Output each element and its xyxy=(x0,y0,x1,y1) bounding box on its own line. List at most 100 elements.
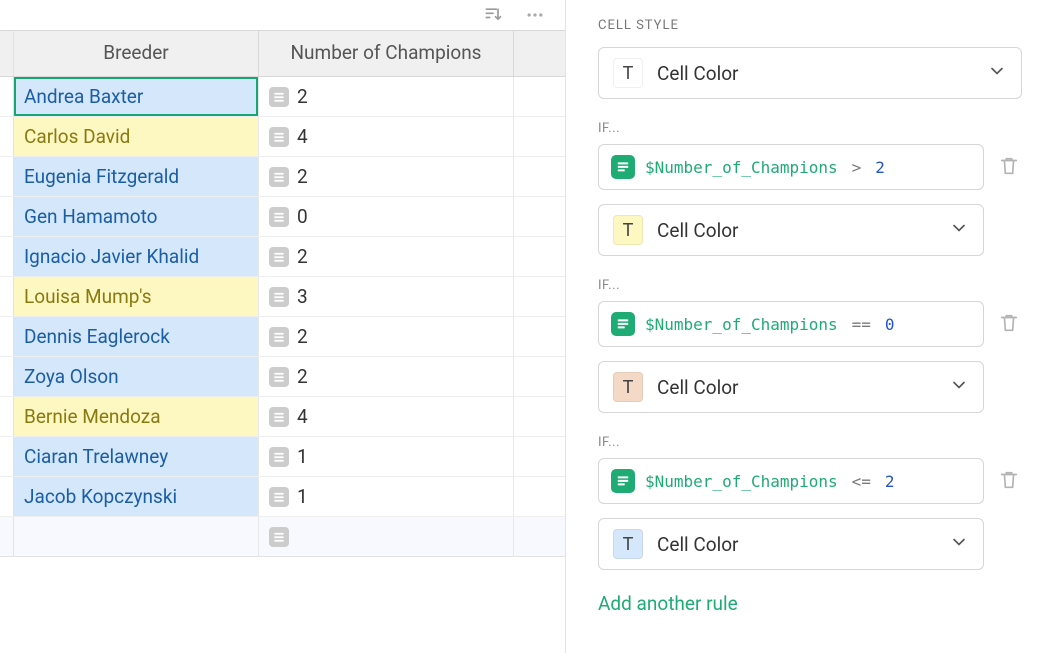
champions-value: 2 xyxy=(297,85,308,108)
champions-cell[interactable]: 0 xyxy=(259,197,514,236)
rule-style-select[interactable]: TCell Color xyxy=(598,204,984,256)
champions-cell-empty[interactable] xyxy=(259,517,514,556)
champions-cell[interactable]: 3 xyxy=(259,277,514,316)
table-row[interactable]: Louisa Mump's 3 xyxy=(0,277,565,317)
formula-input[interactable]: $Number_of_Champions==0 xyxy=(598,301,984,347)
breeder-cell[interactable]: Dennis Eaglerock xyxy=(14,317,259,356)
style-select-label: Cell Color xyxy=(657,62,973,85)
record-icon xyxy=(269,247,289,267)
table-row[interactable]: Andrea Baxter 2 xyxy=(0,77,565,117)
filter-sort-icon[interactable] xyxy=(483,5,503,25)
table-row[interactable]: Zoya Olson 2 xyxy=(0,357,565,397)
record-icon xyxy=(269,87,289,107)
table-row[interactable]: Ciaran Trelawney1 xyxy=(0,437,565,477)
style-select-label: Cell Color xyxy=(657,376,935,399)
champions-cell[interactable]: 4 xyxy=(259,117,514,156)
table-row[interactable]: Ignacio Javier Khalid2 xyxy=(0,237,565,277)
row-handle[interactable] xyxy=(0,77,14,116)
breeder-cell[interactable]: Bernie Mendoza xyxy=(14,397,259,436)
breeder-cell[interactable]: Zoya Olson xyxy=(14,357,259,396)
row-handle[interactable] xyxy=(0,517,14,556)
column-header-champions[interactable]: Number of Champions xyxy=(259,31,514,76)
breeder-cell[interactable]: Jacob Kopczynski xyxy=(14,477,259,516)
breeder-cell-empty[interactable] xyxy=(14,517,259,556)
table-pane: Breeder Number of Champions Andrea Baxte… xyxy=(0,0,565,653)
breeder-cell[interactable]: Gen Hamamoto xyxy=(14,197,259,236)
formula-input[interactable]: $Number_of_Champions<=2 xyxy=(598,458,984,504)
chevron-down-icon xyxy=(949,532,969,556)
add-rule-button[interactable]: Add another rule xyxy=(598,592,738,615)
table-header-row: Breeder Number of Champions xyxy=(0,30,565,77)
champions-cell[interactable]: 2 xyxy=(259,237,514,276)
table-row-new[interactable] xyxy=(0,517,565,557)
champions-value: 4 xyxy=(297,125,308,148)
formula-num: 0 xyxy=(885,315,895,334)
champions-cell[interactable]: 2 xyxy=(259,157,514,196)
row-handle[interactable] xyxy=(0,437,14,476)
formula-icon xyxy=(611,155,635,179)
formula-var: $Number_of_Champions xyxy=(645,472,838,491)
row-handle[interactable] xyxy=(0,277,14,316)
row-handle[interactable] xyxy=(0,117,14,156)
style-chip: T xyxy=(613,215,643,245)
table-toolbar xyxy=(0,0,565,30)
delete-rule-icon[interactable] xyxy=(998,469,1022,493)
breeder-cell[interactable]: Ignacio Javier Khalid xyxy=(14,237,259,276)
champions-value: 3 xyxy=(297,285,308,308)
chevron-down-icon xyxy=(949,375,969,399)
champions-value: 2 xyxy=(297,365,308,388)
champions-cell[interactable]: 1 xyxy=(259,437,514,476)
formula-var: $Number_of_Champions xyxy=(645,315,838,334)
record-icon xyxy=(269,167,289,187)
record-icon xyxy=(269,447,289,467)
style-chip: T xyxy=(613,58,643,88)
table-row[interactable]: Eugenia Fitzgerald2 xyxy=(0,157,565,197)
champions-cell[interactable]: 2 xyxy=(259,317,514,356)
delete-rule-icon[interactable] xyxy=(998,312,1022,336)
style-chip: T xyxy=(613,529,643,559)
table-row[interactable]: Dennis Eaglerock 2 xyxy=(0,317,565,357)
champions-value: 1 xyxy=(297,485,308,508)
row-handle[interactable] xyxy=(0,477,14,516)
champions-cell[interactable]: 2 xyxy=(259,77,514,116)
record-icon xyxy=(269,207,289,227)
more-icon[interactable] xyxy=(525,5,545,25)
table-row[interactable]: Gen Hamamoto0 xyxy=(0,197,565,237)
delete-rule-icon[interactable] xyxy=(998,155,1022,179)
record-icon xyxy=(269,367,289,387)
record-icon xyxy=(269,407,289,427)
column-header-breeder[interactable]: Breeder xyxy=(14,31,259,76)
formula-var: $Number_of_Champions xyxy=(645,158,838,177)
formula-icon xyxy=(611,469,635,493)
row-handle[interactable] xyxy=(0,397,14,436)
breeder-cell[interactable]: Carlos David xyxy=(14,117,259,156)
row-handle[interactable] xyxy=(0,197,14,236)
rule-style-select[interactable]: TCell Color xyxy=(598,361,984,413)
champions-cell[interactable]: 4 xyxy=(259,397,514,436)
formula-op: > xyxy=(848,158,866,177)
row-handle[interactable] xyxy=(0,357,14,396)
champions-value: 2 xyxy=(297,325,308,348)
breeder-cell[interactable]: Andrea Baxter xyxy=(14,77,259,116)
record-icon xyxy=(269,527,289,547)
record-icon xyxy=(269,127,289,147)
champions-cell[interactable]: 2 xyxy=(259,357,514,396)
default-cell-style-select[interactable]: T Cell Color xyxy=(598,47,1022,99)
formula-input[interactable]: $Number_of_Champions>2 xyxy=(598,144,984,190)
rule-style-select[interactable]: TCell Color xyxy=(598,518,984,570)
rule-condition-row: $Number_of_Champions==0 xyxy=(598,301,1022,347)
if-label: IF... xyxy=(598,435,1022,450)
breeder-cell[interactable]: Louisa Mump's xyxy=(14,277,259,316)
breeder-cell[interactable]: Eugenia Fitzgerald xyxy=(14,157,259,196)
table-row[interactable]: Carlos David 4 xyxy=(0,117,565,157)
record-icon xyxy=(269,327,289,347)
champions-cell[interactable]: 1 xyxy=(259,477,514,516)
row-handle[interactable] xyxy=(0,157,14,196)
table-row[interactable]: Bernie Mendoza4 xyxy=(0,397,565,437)
formula-num: 2 xyxy=(885,472,895,491)
table-row[interactable]: Jacob Kopczynski 1 xyxy=(0,477,565,517)
row-handle[interactable] xyxy=(0,237,14,276)
breeder-cell[interactable]: Ciaran Trelawney xyxy=(14,437,259,476)
row-handle[interactable] xyxy=(0,317,14,356)
chevron-down-icon xyxy=(949,218,969,242)
